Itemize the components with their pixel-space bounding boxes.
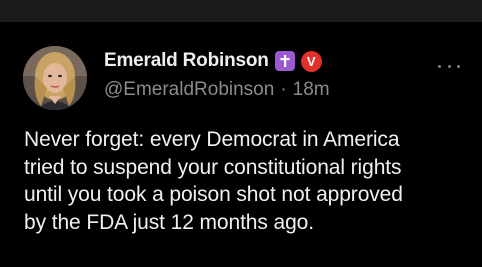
- timestamp[interactable]: 18m: [293, 79, 330, 100]
- author-name-row: Emerald Robinson V: [104, 49, 322, 73]
- author-handle-row: @EmeraldRobinson · 18m: [104, 79, 330, 101]
- tweet-text-line: tried to suspend your constitutional rig…: [24, 155, 402, 179]
- tweet-text-line: by the FDA just 12 months ago.: [24, 210, 314, 234]
- top-strip: [0, 0, 482, 22]
- tweet-card[interactable]: Emerald Robinson V @EmeraldRobinson · 18m …: [0, 22, 482, 267]
- more-horizontal-icon: [447, 64, 451, 68]
- separator-dot: ·: [280, 79, 287, 100]
- tweet-text-line: Never forget: every Democrat in America: [24, 128, 400, 151]
- author-display-name[interactable]: Emerald Robinson: [104, 50, 269, 72]
- tweet-text-line: until you took a poison shot not approve…: [24, 183, 403, 206]
- cross-badge-icon: [274, 51, 295, 71]
- avatar[interactable]: [23, 46, 87, 110]
- author-handle[interactable]: @EmeraldRobinson: [104, 79, 274, 100]
- tweet-text: Never forget: every Democrat in America …: [24, 126, 476, 236]
- verified-v-badge-icon: V: [300, 50, 322, 72]
- avatar-photo: [23, 46, 87, 110]
- more-options-button[interactable]: [438, 60, 460, 72]
- more-horizontal-icon: [438, 64, 441, 68]
- more-horizontal-icon: [457, 64, 460, 68]
